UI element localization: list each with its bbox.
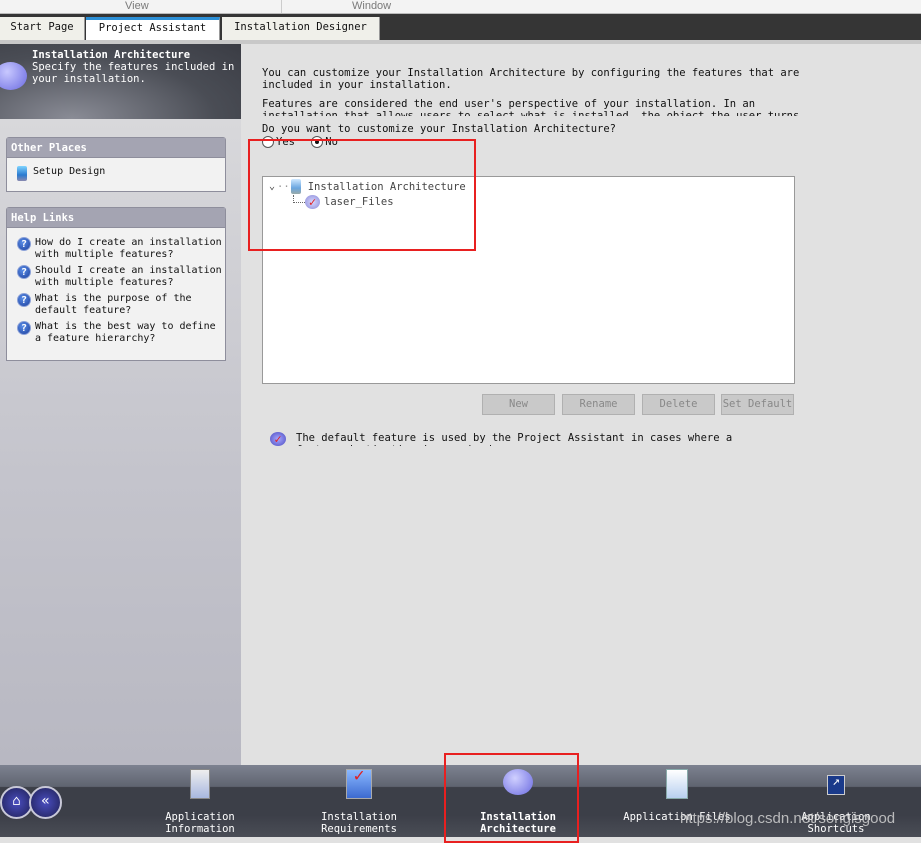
header-description: Specify the features included in your in… <box>32 61 235 85</box>
help-link[interactable]: ? What is the purpose of the default feat… <box>7 291 225 319</box>
intro-text: You can customize your Installation Arch… <box>262 67 800 91</box>
menu-bar: View Window <box>0 0 921 14</box>
help-link-label: What is the best way to define a feature… <box>35 321 216 344</box>
help-link-label: Should I create an installation with mul… <box>35 265 222 288</box>
annotation-box <box>444 753 579 843</box>
tab-project-assistant[interactable]: Project Assistant <box>86 17 220 40</box>
delete-button[interactable]: Delete <box>642 394 715 415</box>
left-panel: Installation Architecture Specify the fe… <box>0 44 241 765</box>
new-button[interactable]: New <box>482 394 555 415</box>
set-default-button[interactable]: Set Default <box>721 394 794 415</box>
help-links-title: Help Links <box>7 208 225 228</box>
other-places-title: Other Places <box>7 138 225 158</box>
tab-installation-designer[interactable]: Installation Designer <box>222 17 380 40</box>
application-info-icon <box>190 769 210 799</box>
pie-chart-icon <box>0 62 27 90</box>
left-header: Installation Architecture Specify the fe… <box>0 44 241 119</box>
annotation-box <box>248 139 476 251</box>
shortcut-icon: ↗ <box>827 775 845 795</box>
tab-start-page[interactable]: Start Page <box>0 17 85 40</box>
tab-bar: Start Page Project Assistant Installatio… <box>0 14 921 40</box>
help-link[interactable]: ? Should I create an installation with mu… <box>7 263 225 291</box>
header-title: Installation Architecture <box>32 49 191 61</box>
setup-design-icon <box>17 166 27 181</box>
watermark: https://blog.csdn.net/songisgood <box>680 810 896 827</box>
rename-button[interactable]: Rename <box>562 394 635 415</box>
help-link-label: What is the purpose of the default featu… <box>35 293 192 316</box>
feature-check-icon: ✓ <box>270 432 286 446</box>
features-text: Features are considered the end user's p… <box>262 98 800 116</box>
note-text: The default feature is used by the Proje… <box>296 432 733 446</box>
menu-view[interactable]: View <box>125 0 149 13</box>
help-icon: ? <box>17 265 31 279</box>
question-text: Do you want to customize your Installati… <box>262 123 617 135</box>
menu-separator <box>281 0 282 13</box>
setup-design-label: Setup Design <box>33 166 106 177</box>
help-icon: ? <box>17 321 31 335</box>
help-link[interactable]: ? How do I create an installation with mu… <box>7 235 225 263</box>
back-icon[interactable]: « <box>29 786 62 819</box>
setup-design-link[interactable]: Setup Design <box>7 158 225 183</box>
menu-window[interactable]: Window <box>352 0 391 13</box>
help-link-label: How do I create an installation with mul… <box>35 237 222 260</box>
nav-application-information[interactable]: Application Information <box>140 769 260 835</box>
help-icon: ? <box>17 237 31 251</box>
nav-installation-requirements[interactable]: ✓ Installation Requirements <box>299 767 419 836</box>
requirements-icon: ✓ <box>346 767 372 799</box>
other-places-panel: Other Places Setup Design <box>6 137 226 192</box>
help-link[interactable]: ? What is the best way to define a featur… <box>7 319 225 347</box>
file-icon <box>666 769 688 799</box>
nav-label: Application Information <box>165 811 235 835</box>
help-links-panel: Help Links ? How do I create an installat… <box>6 207 226 361</box>
default-feature-note: ✓ The default feature is used by the Pro… <box>270 432 766 446</box>
nav-label: Installation Requirements <box>321 811 397 835</box>
help-icon: ? <box>17 293 31 307</box>
